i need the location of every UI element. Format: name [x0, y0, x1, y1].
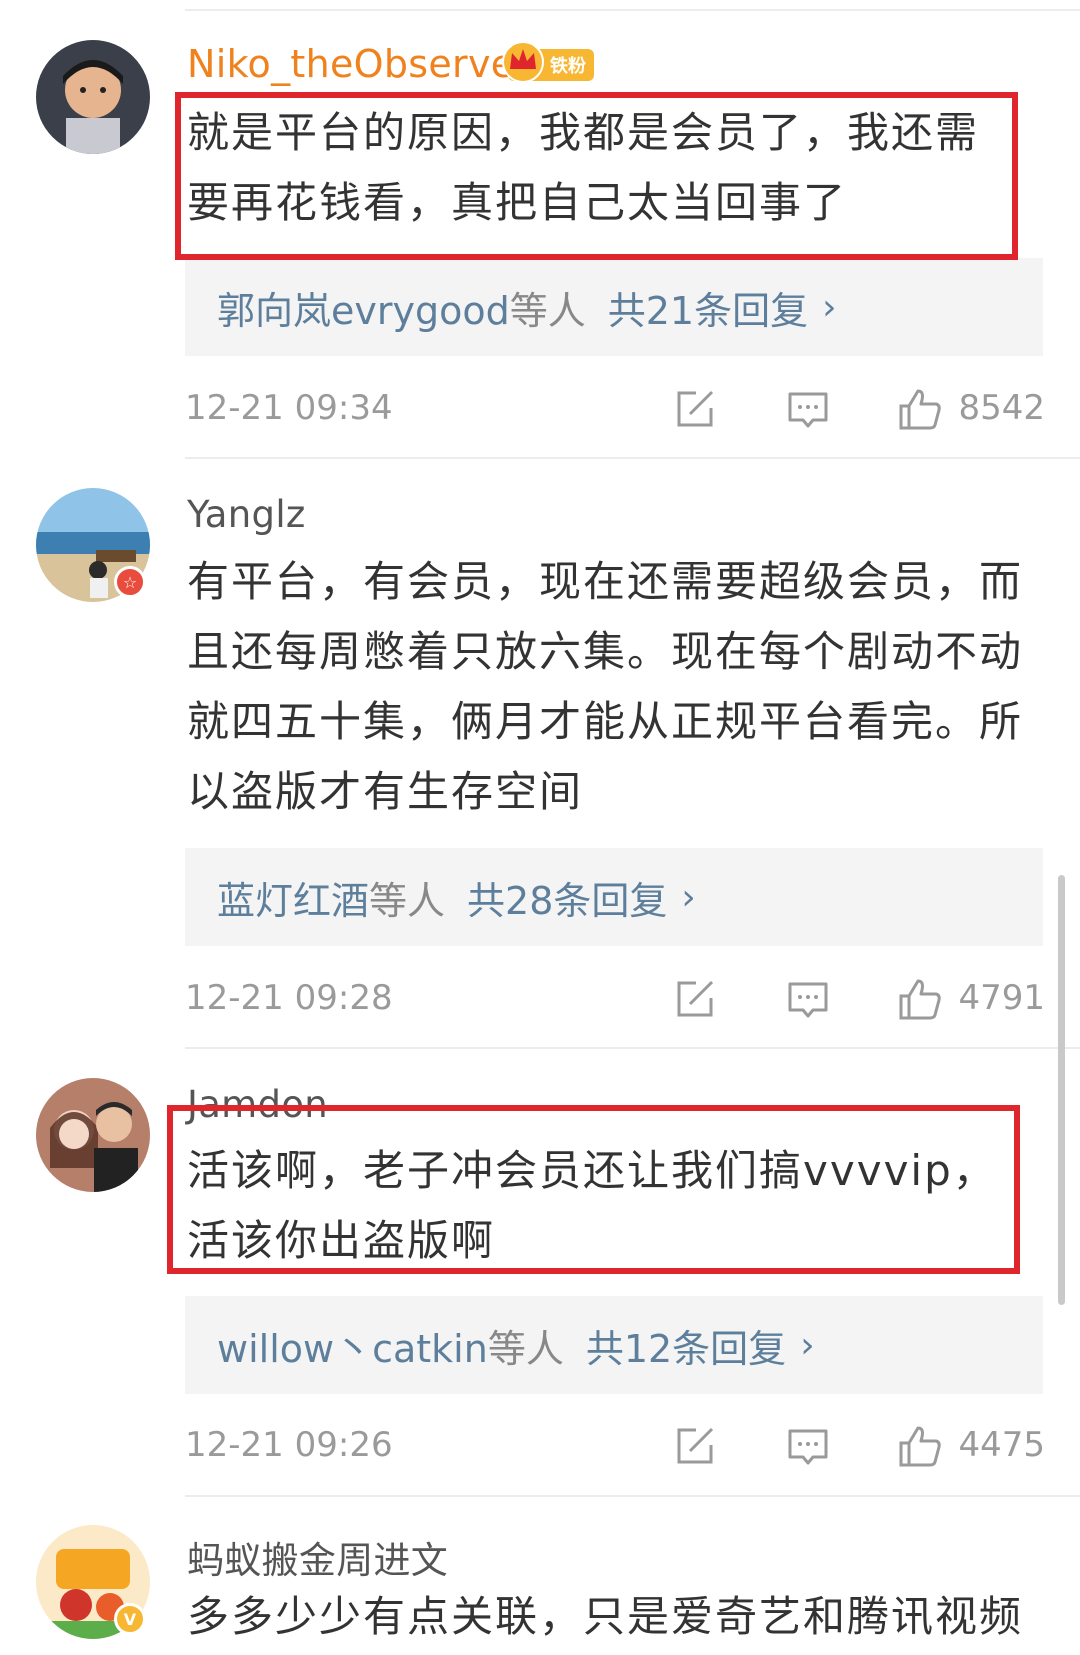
thumbs-up-icon[interactable] [897, 386, 943, 432]
crown-icon [502, 41, 544, 83]
scrollbar[interactable] [1058, 875, 1065, 1305]
chevron-right-icon: › [800, 1324, 815, 1366]
timestamp: 12-21 09:34 [185, 388, 393, 428]
comment-text: 多多少少有点关联，只是爱奇艺和腾讯视频 [187, 1592, 1024, 1641]
divider [185, 1047, 1080, 1049]
comment-icon[interactable] [785, 976, 831, 1022]
verified-v-icon: V [114, 1603, 146, 1635]
repost-icon[interactable] [672, 1423, 718, 1469]
thumbs-up-icon[interactable] [897, 976, 943, 1022]
comment-text: 就是平台的原因，我都是会员了，我还需要再花钱看，真把自己太当回事了 [187, 108, 980, 227]
reply-users[interactable]: 郭向岚evrygood [217, 280, 510, 335]
verified-star-icon: ☆ [114, 566, 146, 598]
reply-users[interactable]: willow丶catkin [217, 1318, 488, 1373]
reply-summary[interactable]: 郭向岚evrygood 等人 共21条回复 › [185, 258, 1043, 356]
divider [185, 1495, 1080, 1497]
comment-actions: 12-21 09:26 4475 [185, 1417, 1045, 1477]
avatar[interactable] [36, 1078, 150, 1192]
reply-suffix: 等人 [509, 288, 586, 333]
username[interactable]: Jamdon [187, 1083, 328, 1126]
repost-icon[interactable] [672, 976, 718, 1022]
reply-count[interactable]: 共28条回复 [467, 870, 667, 925]
reply-suffix: 等人 [487, 1326, 564, 1371]
comment-text: 活该啊，老子冲会员还让我们搞vvvvip，活该你出盗版啊 [187, 1146, 997, 1265]
like-count: 4475 [958, 1425, 1045, 1465]
avatar[interactable] [36, 40, 150, 154]
fan-badge-label: 铁粉 [550, 56, 586, 77]
reply-count[interactable]: 共12条回复 [586, 1318, 786, 1373]
chevron-right-icon: › [681, 876, 696, 918]
reply-users[interactable]: 蓝灯红酒 [217, 870, 369, 925]
username[interactable]: Yanglz [187, 493, 306, 536]
comment-actions: 12-21 09:28 4791 [185, 970, 1045, 1030]
reply-suffix: 等人 [369, 878, 446, 923]
like-count: 4791 [958, 978, 1045, 1018]
chevron-right-icon: › [822, 286, 837, 328]
thumbs-up-icon[interactable] [897, 1423, 943, 1469]
reply-summary[interactable]: willow丶catkin 等人 共12条回复 › [185, 1296, 1043, 1394]
repost-icon[interactable] [672, 386, 718, 432]
reply-count[interactable]: 共21条回复 [608, 280, 808, 335]
top-divider [185, 9, 1080, 11]
timestamp: 12-21 09:28 [185, 978, 393, 1018]
username[interactable]: Niko_theObserver [187, 42, 530, 86]
comment-actions: 12-21 09:34 8542 [185, 380, 1045, 440]
comment-icon[interactable] [785, 1423, 831, 1469]
like-count: 8542 [958, 388, 1045, 428]
fan-badge: 铁粉 [502, 41, 594, 83]
reply-summary[interactable]: 蓝灯红酒 等人 共28条回复 › [185, 848, 1043, 946]
timestamp: 12-21 09:26 [185, 1425, 393, 1465]
comment-text: 有平台，有会员，现在还需要超级会员，而且还每周憋着只放六集。现在每个剧动不动就四… [187, 557, 1024, 816]
divider [185, 457, 1080, 459]
username[interactable]: 蚂蚁搬金周进文 [187, 1530, 448, 1584]
comment-icon[interactable] [785, 386, 831, 432]
